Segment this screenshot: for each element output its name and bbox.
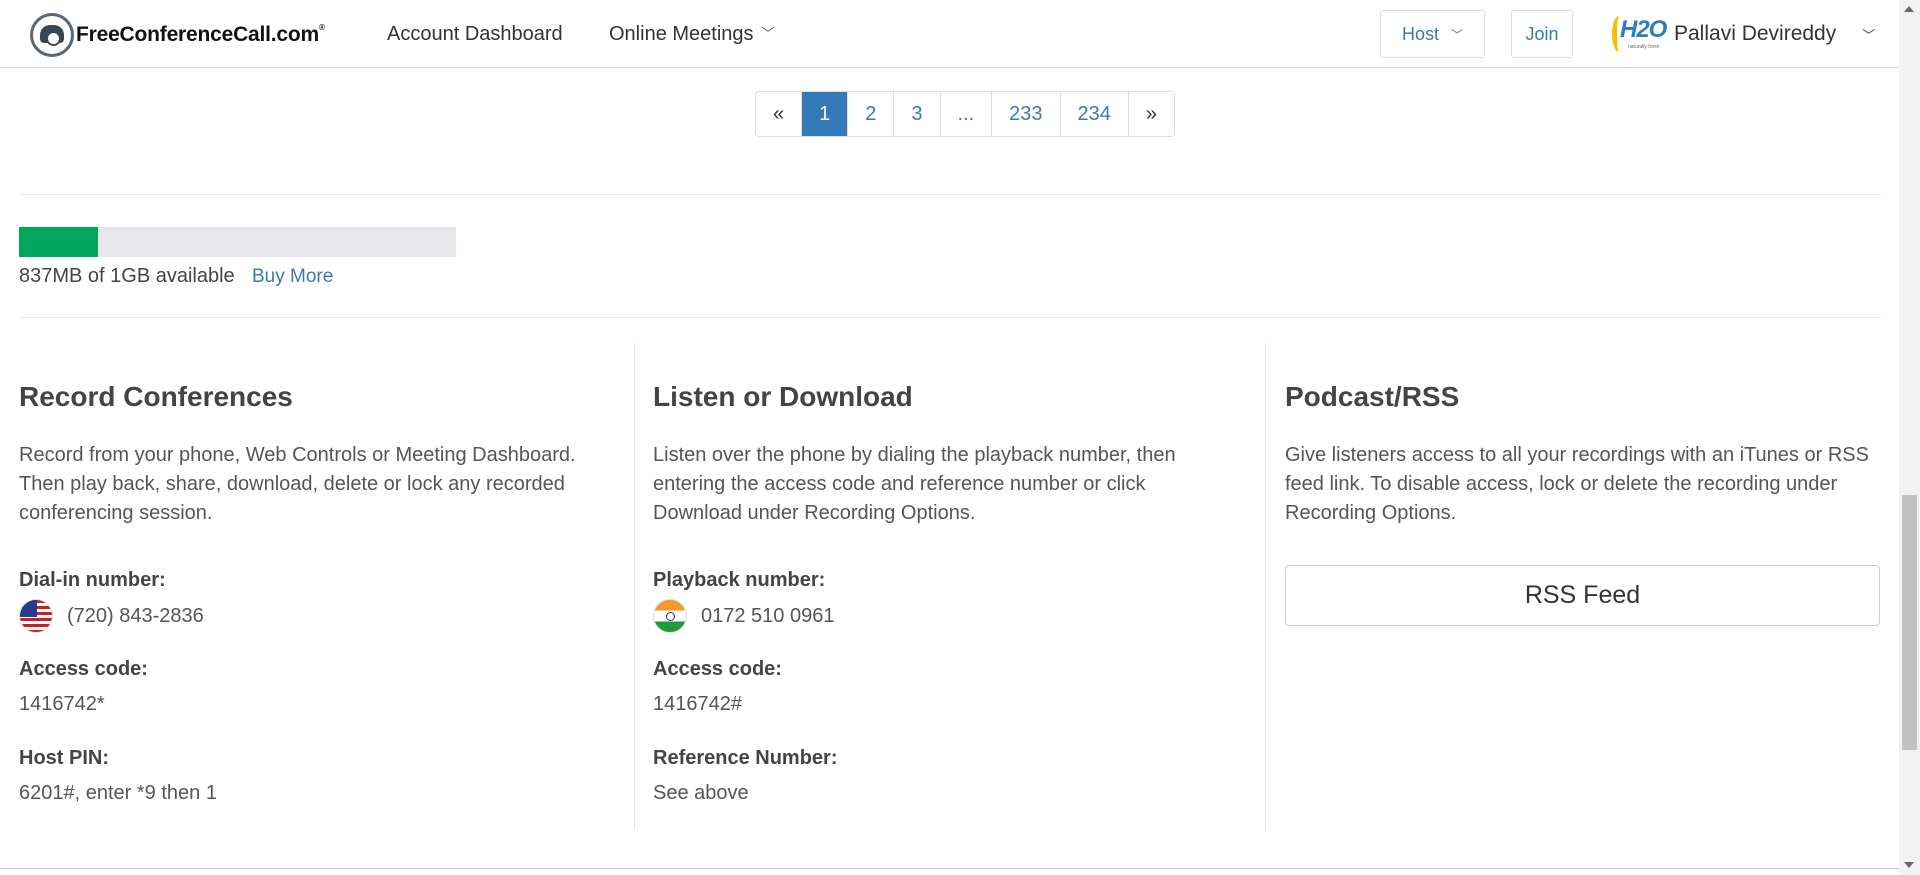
pagination: « 1 2 3 ... 233 234 »	[755, 91, 1176, 137]
section-divider	[19, 317, 1881, 318]
dialin-label: Dial-in number:	[19, 569, 166, 591]
scroll-down-arrow-icon[interactable]	[1904, 862, 1914, 868]
column-divider	[634, 343, 635, 830]
join-button[interactable]: Join	[1511, 10, 1573, 58]
podcast-rss-title: Podcast/RSS	[1285, 381, 1460, 412]
listen-download-description: Listen over the phone by dialing the pla…	[653, 444, 1176, 524]
scroll-up-arrow-icon[interactable]	[1904, 6, 1914, 12]
host-pin-label: Host PIN:	[19, 747, 109, 769]
listen-download-section: Listen or Download Listen over the phone…	[653, 375, 1233, 528]
chevron-down-icon: ﹀	[1451, 27, 1464, 42]
vertical-scrollbar[interactable]	[1899, 0, 1920, 875]
scrollbar-thumb[interactable]	[1902, 495, 1917, 750]
rss-feed-button[interactable]: RSS Feed	[1285, 565, 1880, 626]
storage-progress-fill	[19, 227, 98, 257]
nav-online-meetings[interactable]: Online Meetings ﹀	[609, 20, 775, 50]
pagination-next[interactable]: »	[1128, 92, 1175, 136]
record-conferences-description: Record from your phone, Web Controls or …	[19, 444, 576, 524]
logo-text: FreeConferenceCall.com®	[76, 23, 325, 46]
pagination-ellipsis[interactable]: ...	[940, 92, 993, 136]
access-code-value: 1416742*	[19, 693, 105, 715]
us-flag-icon	[19, 599, 53, 633]
pagination-page-234[interactable]: 234	[1060, 92, 1129, 136]
access-code-label: Access code:	[19, 658, 148, 680]
nav-account-dashboard[interactable]: Account Dashboard	[387, 20, 563, 48]
pagination-prev[interactable]: «	[756, 92, 803, 136]
storage-progress-bar	[19, 227, 456, 257]
reference-number-value: See above	[653, 782, 749, 804]
pagination-page-3[interactable]: 3	[894, 92, 941, 136]
user-profile-menu[interactable]: H2O naturally fresh Pallavi Devireddy ﹀	[1610, 14, 1875, 54]
record-conferences-section: Record Conferences Record from your phon…	[19, 375, 619, 528]
playback-number-label: Playback number:	[653, 569, 826, 591]
top-navbar: FreeConferenceCall.com® Account Dashboar…	[0, 0, 1899, 68]
section-divider	[19, 194, 1881, 195]
access-code-value: 1416742#	[653, 693, 742, 715]
avatar: H2O naturally fresh	[1610, 14, 1667, 54]
chevron-down-icon: ﹀	[1862, 27, 1876, 43]
podcast-rss-section: Podcast/RSS Give listeners access to all…	[1285, 375, 1875, 528]
listen-download-title: Listen or Download	[653, 381, 913, 412]
playback-number: 0172 510 0961	[653, 599, 834, 633]
record-conferences-title: Record Conferences	[19, 381, 293, 412]
pagination-page-1[interactable]: 1	[802, 92, 849, 136]
buy-more-link[interactable]: Buy More	[252, 266, 333, 288]
site-logo[interactable]: FreeConferenceCall.com®	[30, 13, 325, 57]
access-code-label: Access code:	[653, 658, 782, 680]
host-pin-value: 6201#, enter *9 then 1	[19, 782, 217, 804]
page-bottom-border	[0, 868, 1899, 869]
podcast-rss-description: Give listeners access to all your record…	[1285, 444, 1869, 524]
user-name: Pallavi Devireddy	[1674, 22, 1837, 45]
pagination-page-2[interactable]: 2	[848, 92, 895, 136]
phone-logo-icon	[30, 13, 74, 57]
pagination-page-233[interactable]: 233	[992, 92, 1061, 136]
dialin-number: (720) 843-2836	[19, 599, 204, 633]
host-button[interactable]: Host ﹀	[1380, 10, 1485, 58]
india-flag-icon	[653, 599, 687, 633]
storage-usage-text: 837MB of 1GB available	[19, 265, 235, 287]
chevron-down-icon: ﹀	[761, 26, 775, 41]
reference-number-label: Reference Number:	[653, 747, 838, 769]
column-divider	[1265, 343, 1266, 830]
